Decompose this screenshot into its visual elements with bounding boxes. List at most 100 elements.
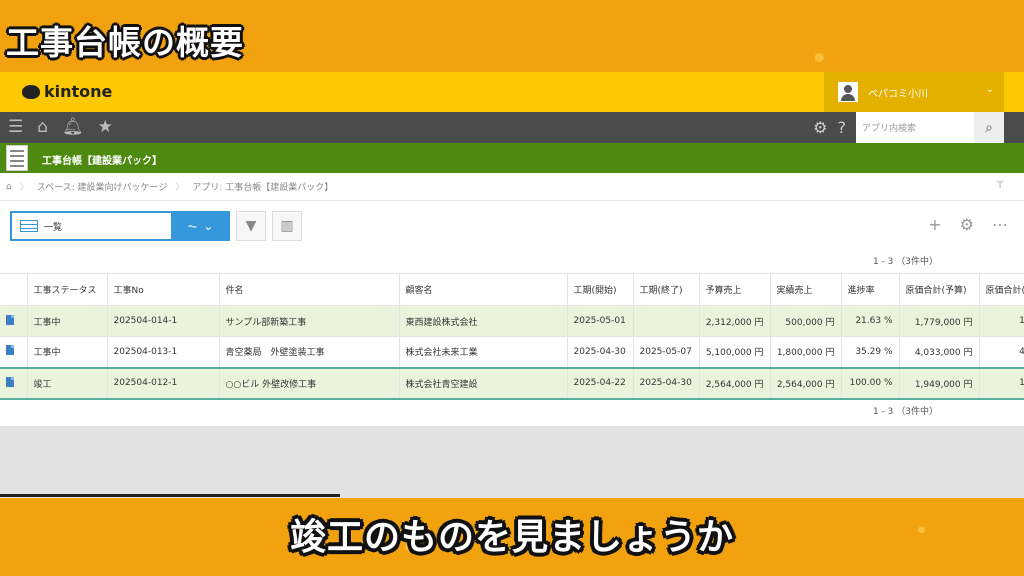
column-header[interactable]: 工事No (107, 273, 220, 306)
budget-cell: 2,312,000 円 (699, 305, 771, 337)
cost-cell: 1,779,000 円 (899, 305, 980, 337)
menu-icon[interactable]: ☰ (8, 117, 23, 137)
column-header[interactable]: 原価合計(予算) (899, 273, 980, 306)
row-detail-cell[interactable] (0, 366, 28, 400)
record-table: 工事ステータス 工事No 件名 顧客名 工期(開始) 工期(終了) 予算売上 実… (0, 273, 1024, 400)
name-cell: 青空薬局 外壁塗装工事 (219, 336, 400, 368)
column-header[interactable]: 原価合計(予算) (979, 273, 1024, 306)
table-row[interactable]: 竣工 202504-012-1 ○○ビル 外壁改修工事 株式会社青空建設 202… (0, 366, 1024, 400)
table-view-icon (20, 220, 38, 232)
gear-icon[interactable]: ⚙ (813, 118, 827, 137)
app-title[interactable]: 工事台帳【建設業パック】 (42, 152, 162, 167)
search-placeholder: アプリ内検索 (862, 124, 917, 134)
end-cell: 2025-05-07 (633, 336, 700, 368)
actual-cell: 2,564,000 円 (770, 366, 842, 400)
video-progress-bar (0, 494, 340, 497)
customer-cell: 株式会社未来工業 (399, 336, 568, 368)
end-cell: 2025-04-30 (633, 366, 700, 400)
toolbar-right: + ⚙ ⋯ (928, 215, 1008, 234)
chevron-down-icon: ⌄ (203, 219, 214, 233)
table-header-row: 工事ステータス 工事No 件名 顧客名 工期(開始) 工期(終了) 予算売上 実… (0, 273, 1024, 306)
pager-top: 1 - 3 （3件中） (872, 257, 938, 267)
name-cell: ○○ビル 外壁改修工事 (219, 366, 400, 400)
breadcrumb-separator: 〉 (19, 183, 29, 193)
user-menu[interactable]: ペパコミ小川 ⌄ (824, 72, 1004, 112)
column-header[interactable]: 工期(終了) (633, 273, 700, 306)
avatar-icon (838, 82, 858, 102)
customer-cell: 東西建設株式会社 (399, 305, 568, 337)
pin-icon[interactable]: ⊤ (996, 181, 1004, 191)
graph-button[interactable]: ⏦ ⌄ (171, 211, 230, 241)
column-header[interactable]: 進捗率 (841, 273, 900, 306)
breadcrumb: ⌂ 〉 スペース: 建設業向けパッケージ 〉 アプリ: 工事台帳【建設業パック】… (0, 173, 1024, 201)
video-subtitle-overlay: 竣工のものを見ましょうか (289, 517, 734, 558)
cost-cell: 1,949,000 円 (899, 366, 980, 400)
actual-cell: 500,000 円 (770, 305, 842, 337)
name-cell: サンプル部新築工事 (219, 305, 400, 337)
column-header[interactable]: 予算売上 (699, 273, 771, 306)
filter-icon: ▼ (245, 218, 257, 234)
no-cell: 202504-012-1 (107, 366, 220, 400)
graph-list-button[interactable]: ▥ (272, 211, 302, 241)
gear-icon[interactable]: ⚙ (960, 215, 974, 234)
row-detail-cell[interactable] (0, 305, 28, 337)
progress-cell: 21.63 % (841, 305, 900, 337)
document-icon[interactable] (6, 376, 14, 387)
user-name: ペパコミ小川 (868, 88, 928, 100)
budget-cell: 2,564,000 円 (699, 366, 771, 400)
cost2-cell: 4,023,0 (979, 336, 1024, 368)
start-cell: 2025-04-30 (567, 336, 634, 368)
home-icon[interactable]: ⌂ (37, 117, 48, 137)
more-options-icon[interactable]: ⋯ (992, 215, 1008, 234)
kintone-logo[interactable]: kintone (22, 82, 112, 101)
status-cell: 竣工 (27, 366, 108, 400)
nav-icons: ☰ ⌂ 🔔︎ ★ (8, 117, 113, 137)
search-icon[interactable]: ⌕ (974, 112, 1004, 143)
start-cell: 2025-04-22 (567, 366, 634, 400)
column-header[interactable]: 工期(開始) (567, 273, 634, 306)
column-header[interactable]: 工事ステータス (27, 273, 108, 306)
table-row[interactable]: 工事中 202504-013-1 青空薬局 外壁塗装工事 株式会社未来工業 20… (0, 336, 1024, 368)
pager-bottom: 1 - 3 （3件中） (872, 406, 938, 417)
kintone-logo-icon (22, 84, 40, 99)
nav-bar: ☰ ⌂ 🔔︎ ★ ⚙ ? アプリ内検索 ⌕ (0, 112, 1024, 143)
breadcrumb-space[interactable]: スペース: 建設業向けパッケージ (37, 180, 168, 193)
nav-right: ⚙ ? アプリ内検索 ⌕ (813, 112, 1004, 143)
table-row[interactable]: 工事中 202504-014-1 サンプル部新築工事 東西建設株式会社 2025… (0, 305, 1024, 337)
document-icon[interactable] (6, 314, 14, 325)
progress-cell: 35.29 % (841, 336, 900, 368)
end-cell (633, 305, 700, 337)
top-header: kintone ペパコミ小川 ⌄ (0, 72, 1024, 112)
start-cell: 2025-05-01 (567, 305, 634, 337)
video-title-overlay: 工事台帳の概要 (6, 23, 244, 62)
app-header: 工事台帳【建設業パック】 (0, 143, 1024, 173)
progress-cell: 100.00 % (841, 366, 900, 400)
breadcrumb-app[interactable]: アプリ: 工事台帳【建設業パック】 (192, 180, 333, 193)
column-header[interactable]: 件名 (219, 273, 400, 306)
filter-button[interactable]: ▼ (236, 211, 266, 241)
no-cell: 202504-014-1 (107, 305, 220, 337)
column-header[interactable]: 実績売上 (770, 273, 842, 306)
cost2-cell: 1,731,0 (979, 305, 1024, 337)
no-cell: 202504-013-1 (107, 336, 220, 368)
help-icon[interactable]: ? (838, 118, 847, 137)
breadcrumb-separator: 〉 (175, 183, 185, 193)
chevron-down-icon: ⌄ (985, 84, 994, 95)
add-record-icon[interactable]: + (928, 215, 941, 234)
bell-icon[interactable]: 🔔︎ (62, 117, 84, 137)
line-graph-icon: ⏦ (187, 218, 198, 233)
bar-chart-icon: ▥ (280, 218, 294, 234)
star-icon[interactable]: ★ (98, 117, 113, 137)
document-icon[interactable] (6, 345, 14, 356)
customer-cell: 株式会社青空建設 (399, 366, 568, 400)
header-cell (0, 273, 28, 306)
toolbar: 一覧 ⌄ ⏦ ⌄ ▼ ▥ + ⚙ ⋯ (0, 201, 1024, 251)
app-search-input[interactable]: アプリ内検索 ⌕ (856, 112, 1004, 143)
app-icon (6, 145, 28, 171)
actual-cell: 1,800,000 円 (770, 336, 842, 368)
budget-cell: 5,100,000 円 (699, 336, 771, 368)
home-icon[interactable]: ⌂ (6, 182, 12, 192)
empty-area (0, 426, 1024, 498)
column-header[interactable]: 顧客名 (399, 273, 568, 306)
row-detail-cell[interactable] (0, 336, 28, 368)
